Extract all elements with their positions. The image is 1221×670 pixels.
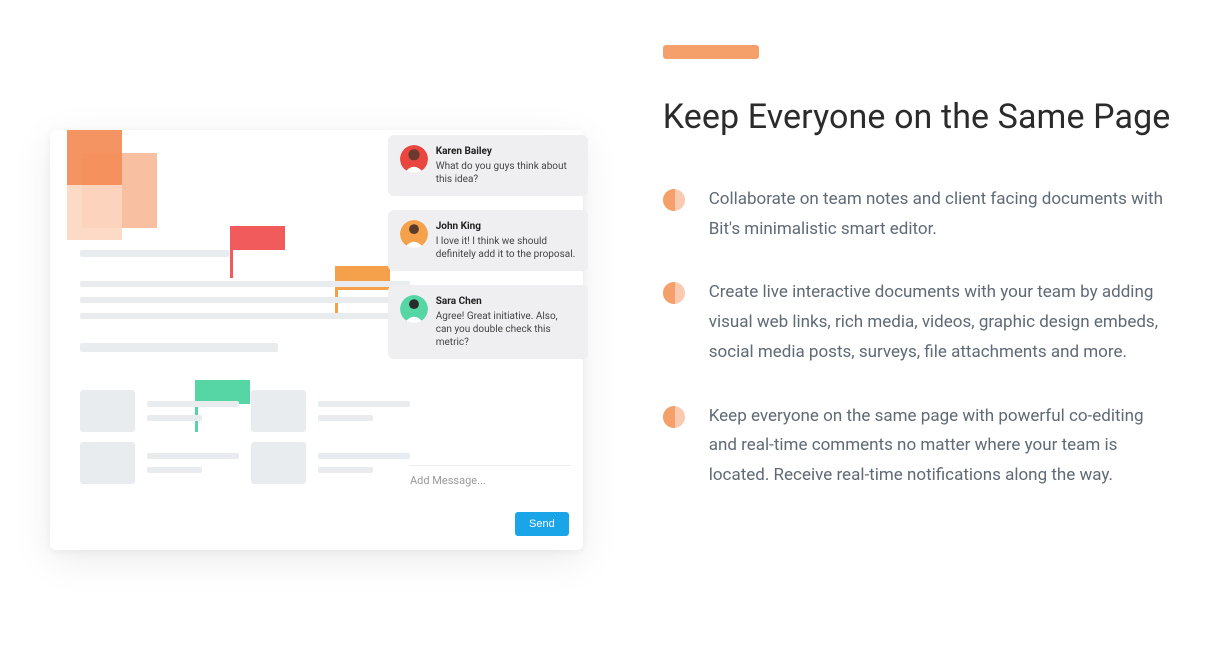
comment-text: What do you guys think about this idea? [436, 160, 576, 186]
bullet-dot-icon [663, 189, 685, 211]
comment-text: I love it! I think we should definitely … [436, 235, 576, 261]
comment-item: Sara Chen Agree! Great initiative. Also,… [388, 285, 588, 359]
avatar [400, 295, 428, 323]
bullet-dot-icon [663, 406, 685, 428]
comment-author: Karen Bailey [436, 145, 576, 158]
avatar [400, 220, 428, 248]
add-message-placeholder: Add Message... [410, 474, 486, 487]
feature-bullet: Keep everyone on the same page with powe… [663, 402, 1171, 491]
accent-bar [663, 45, 759, 59]
bullet-text: Create live interactive documents with y… [709, 278, 1171, 367]
feature-bullet: Collaborate on team notes and client fac… [663, 185, 1171, 245]
comments-panel: Karen Bailey What do you guys think abou… [388, 135, 588, 359]
bullet-text: Keep everyone on the same page with powe… [709, 402, 1171, 491]
avatar [400, 145, 428, 173]
section-heading: Keep Everyone on the Same Page [663, 95, 1171, 141]
comment-author: John King [436, 220, 576, 233]
comment-item: Karen Bailey What do you guys think abou… [388, 135, 588, 196]
decor-square [67, 185, 122, 240]
feature-copy: Keep Everyone on the Same Page Collabora… [663, 40, 1171, 491]
feature-bullet: Create live interactive documents with y… [663, 278, 1171, 367]
add-message-input[interactable]: Add Message... [410, 465, 571, 487]
document-blocks [80, 390, 410, 484]
comment-author: Sara Chen [436, 295, 576, 308]
comment-item: John King I love it! I think we should d… [388, 210, 588, 271]
document-placeholder [80, 250, 410, 362]
bullet-dot-icon [663, 282, 685, 304]
collaboration-preview-card: Karen Bailey What do you guys think abou… [50, 130, 583, 550]
comment-text: Agree! Great initiative. Also, can you d… [436, 310, 576, 349]
decor-square [67, 130, 122, 185]
send-button[interactable]: Send [515, 512, 569, 536]
comment-flag-icon [230, 226, 285, 250]
bullet-text: Collaborate on team notes and client fac… [709, 185, 1171, 245]
